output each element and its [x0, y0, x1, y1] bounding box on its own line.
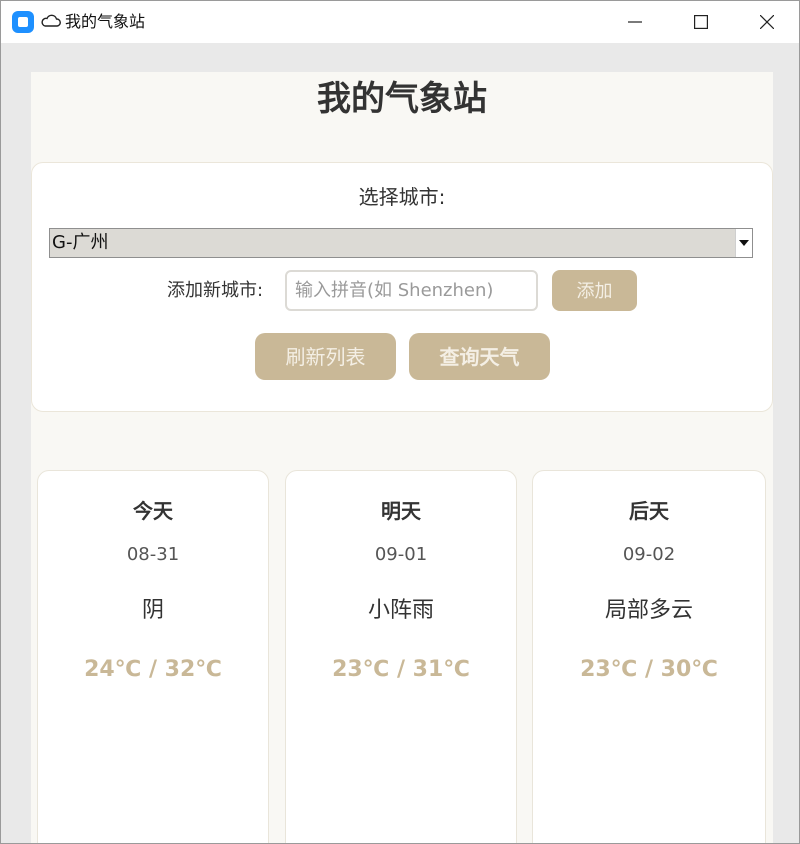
page-title: 我的气象站 [317, 79, 487, 119]
add-city-input[interactable] [285, 270, 538, 311]
city-panel: 选择城市: G-广州 添加新城市: 添加 刷新列表 查询天气 [31, 162, 773, 412]
forecast-temperature: 24℃ / 32℃ [84, 657, 222, 682]
query-weather-button[interactable]: 查询天气 [409, 333, 550, 380]
window-title: 我的气象站 [65, 12, 146, 31]
forecast-weather: 局部多云 [604, 598, 693, 623]
refresh-list-button[interactable]: 刷新列表 [255, 333, 396, 380]
app-window: 我的气象站 我的气象站 选择城市: G-广州 添加新城市: 输入拼音(如 She… [0, 0, 800, 844]
forecast-card-day-after: 后天 09-02 局部多云 23℃ / 30℃ [532, 470, 766, 843]
title-bar[interactable]: 我的气象站 [1, 1, 799, 43]
choose-city-label: 选择城市: [358, 185, 446, 209]
maximize-icon [694, 15, 708, 29]
forecast-card-today: 今天 08-31 阴 24℃ / 32℃ [37, 470, 269, 843]
forecast-weather: 阴 [141, 598, 164, 623]
add-city-label: 添加新城市: [167, 280, 264, 301]
cloud-icon [40, 10, 62, 32]
forecast-day: 明天 [381, 499, 421, 523]
close-icon [760, 15, 774, 29]
forecast-card-tomorrow: 明天 09-01 小阵雨 23℃ / 31℃ [285, 470, 517, 843]
close-button[interactable] [734, 1, 799, 43]
weather-page: 我的气象站 选择城市: G-广州 添加新城市: 添加 刷新列表 查询天气 今天 … [31, 72, 773, 843]
forecast-day: 后天 [629, 499, 669, 523]
chevron-down-icon[interactable] [735, 229, 752, 257]
add-city-button[interactable]: 添加 [552, 270, 637, 311]
forecast-temperature: 23℃ / 30℃ [580, 657, 718, 682]
minimize-icon [628, 21, 642, 23]
minimize-button[interactable] [602, 1, 668, 43]
forecast-weather: 小阵雨 [367, 598, 434, 623]
forecast-date: 08-31 [126, 544, 180, 565]
maximize-button[interactable] [668, 1, 734, 43]
app-square-icon [12, 11, 34, 33]
forecast-temperature: 23℃ / 31℃ [332, 657, 470, 682]
forecast-date: 09-02 [622, 544, 676, 565]
city-select[interactable]: G-广州 [49, 228, 753, 258]
forecast-date: 09-01 [374, 544, 428, 565]
forecast-day: 今天 [133, 499, 173, 523]
selected-city: G-广州 [52, 232, 109, 253]
